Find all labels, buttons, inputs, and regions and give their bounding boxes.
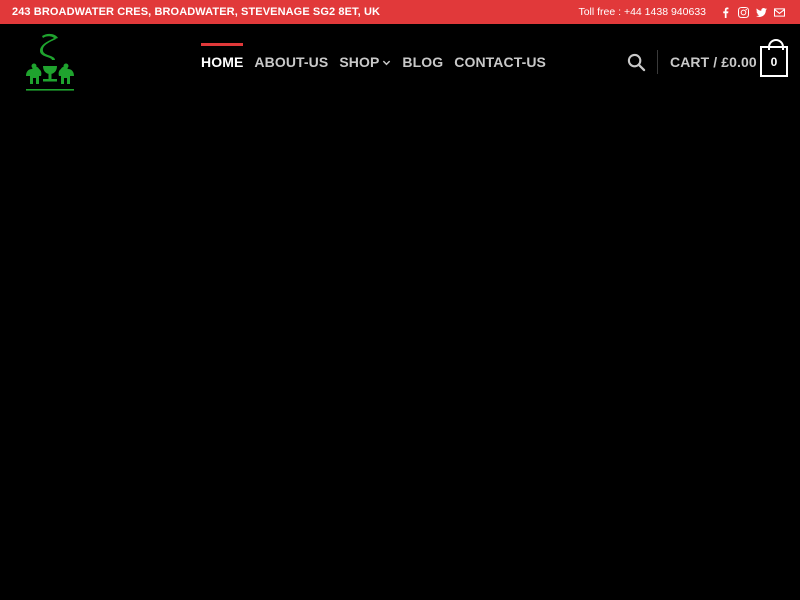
header-divider [657,50,658,74]
nav-item-label: CONTACT-US [454,54,546,70]
search-icon[interactable] [627,53,646,72]
nav-item-about-us[interactable]: ABOUT-US [254,24,328,100]
pharmacy-logo[interactable] [22,30,78,94]
top-bar-right: Toll free : +44 1438 940633 [578,5,786,19]
nav-item-label: HOME [201,54,244,70]
site-header: HOME ABOUT-US SHOP BLOG CONTACT-US CART … [0,24,800,100]
nav-item-shop[interactable]: SHOP [339,24,391,100]
store-address: 243 BROADWATER CRES, BROADWATER, STEVENA… [12,6,381,18]
nav-item-home[interactable]: HOME [201,24,244,100]
cart-count: 0 [770,54,778,69]
nav-item-blog[interactable]: BLOG [402,24,443,100]
nav-item-contact-us[interactable]: CONTACT-US [454,24,546,100]
nav-item-label: SHOP [339,54,380,70]
twitter-icon[interactable] [754,5,768,19]
facebook-icon[interactable] [718,5,732,19]
toll-free-phone[interactable]: Toll free : +44 1438 940633 [578,6,706,18]
top-bar: 243 BROADWATER CRES, BROADWATER, STEVENA… [0,0,800,24]
nav-item-label: BLOG [402,54,444,70]
cart-link[interactable]: CART / £0.00 [670,54,757,70]
main-content [0,100,800,600]
nav-item-label: ABOUT-US [254,54,329,70]
envelope-icon[interactable] [772,5,786,19]
cart-count-badge[interactable]: 0 [760,39,788,77]
chevron-down-icon [382,58,391,67]
main-nav: HOME ABOUT-US SHOP BLOG CONTACT-US [201,24,557,100]
instagram-icon[interactable] [736,5,750,19]
